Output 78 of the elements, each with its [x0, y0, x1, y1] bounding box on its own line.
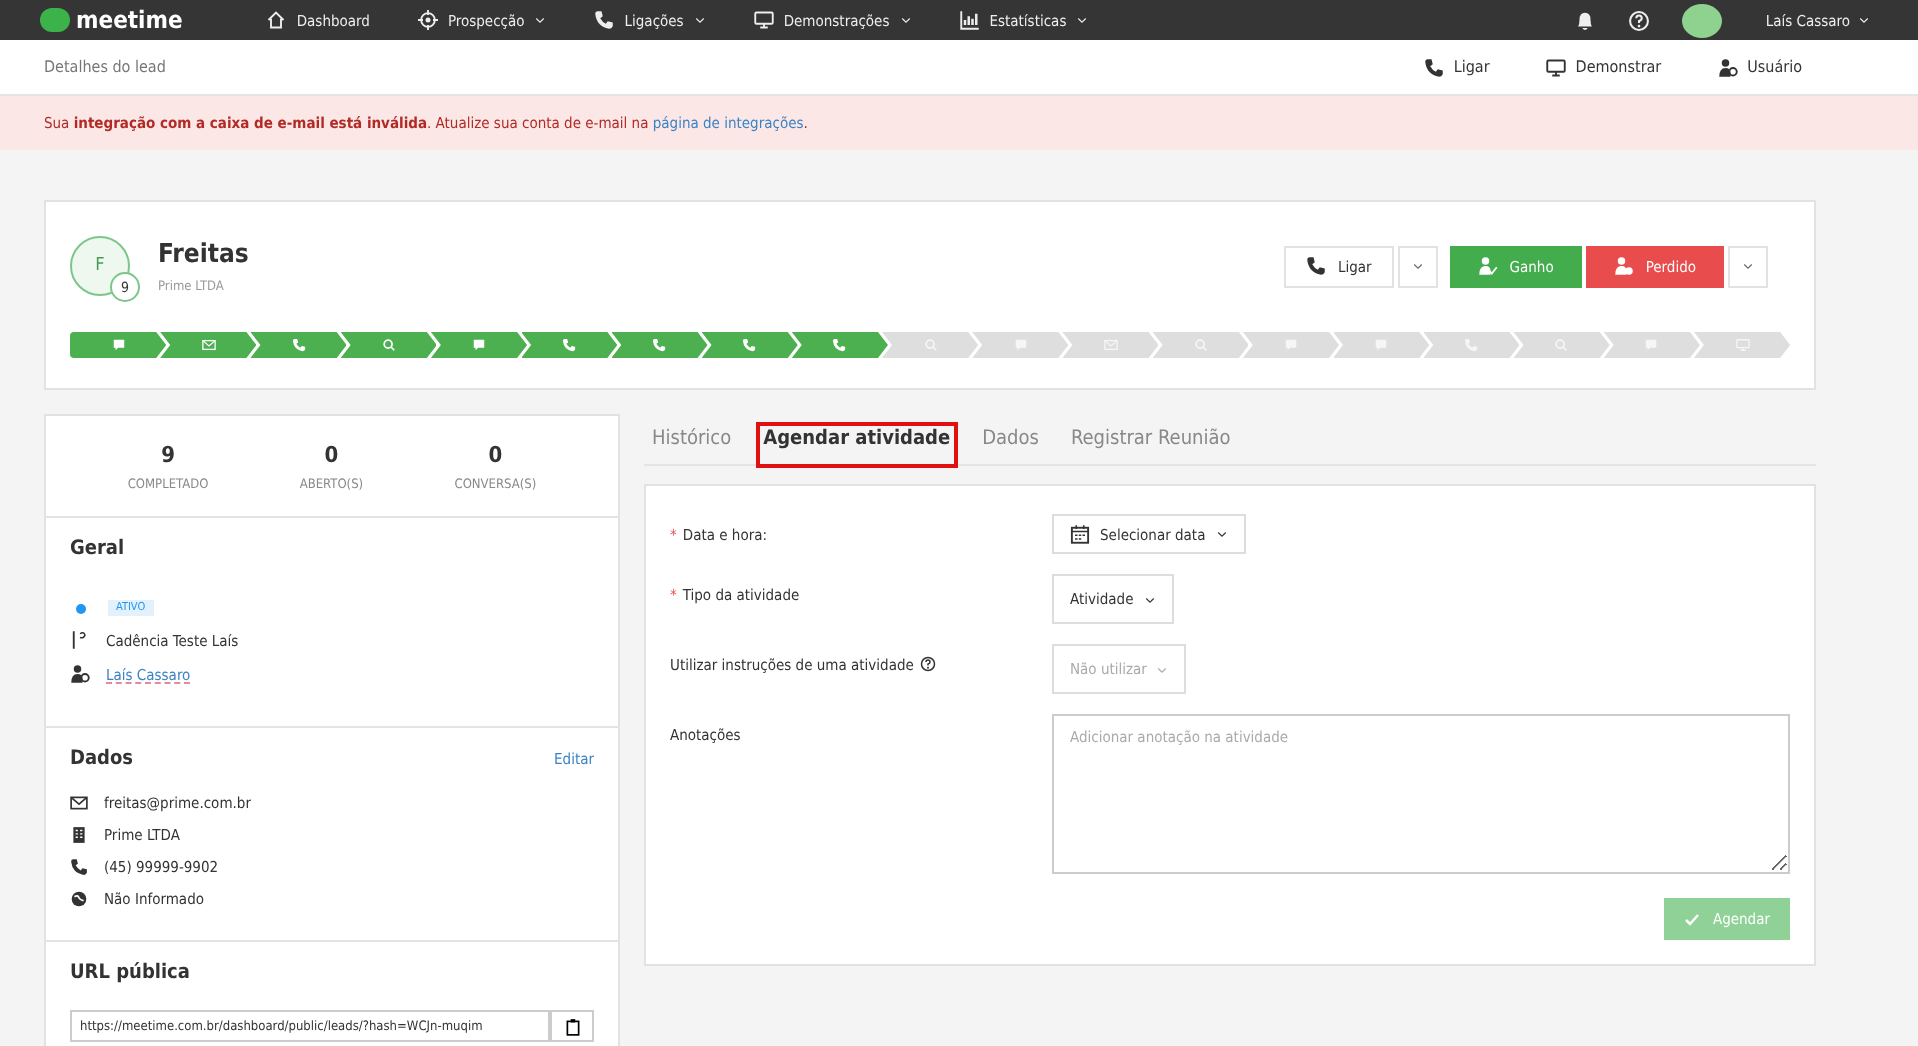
caret-icon — [693, 14, 706, 26]
caret-icon — [1143, 593, 1156, 605]
cadence-step[interactable] — [521, 332, 618, 358]
flag-icon — [70, 630, 90, 650]
phone-icon — [1464, 338, 1479, 352]
user-icon — [1477, 256, 1498, 276]
status-dot — [76, 603, 86, 613]
calendar-icon — [1070, 524, 1090, 544]
user-icon — [70, 664, 90, 684]
section-title: Dados — [70, 748, 134, 770]
search-icon — [1554, 338, 1569, 352]
section-title: URL pública — [70, 962, 192, 984]
globe-icon — [70, 890, 88, 908]
envelope-icon — [1103, 338, 1118, 352]
caret-icon — [899, 14, 912, 26]
header-action-button[interactable]: Usuário — [1705, 55, 1814, 79]
phone-icon — [70, 858, 88, 876]
phone-icon — [652, 338, 667, 352]
logo-text: meetime — [76, 6, 183, 34]
cadence-step[interactable] — [70, 332, 167, 358]
cadence-step[interactable] — [430, 332, 528, 358]
cadence-step[interactable] — [160, 332, 257, 358]
avatar[interactable] — [1681, 3, 1722, 37]
stat-value: 9 — [161, 442, 175, 468]
logo-mark — [40, 8, 70, 32]
chat-bubble-icon — [471, 338, 486, 352]
user-icon — [1613, 256, 1634, 276]
bell-icon — [1573, 9, 1596, 31]
search-icon — [923, 338, 938, 352]
chat-bubble-icon — [1013, 338, 1028, 352]
cadence-step[interactable] — [340, 332, 437, 358]
monitor-icon — [1545, 57, 1566, 77]
search-icon — [1193, 338, 1208, 352]
phone-icon — [832, 338, 847, 352]
check-icon — [1684, 911, 1701, 927]
page-title: Detalhes do lead — [44, 58, 166, 76]
home-icon — [266, 10, 287, 30]
phone-icon — [1305, 256, 1326, 276]
cadence-step[interactable] — [881, 332, 979, 358]
envelope-icon — [201, 338, 216, 352]
help-icon — [1627, 9, 1650, 31]
phone-icon — [742, 338, 757, 352]
stat-value: 0 — [324, 442, 339, 468]
caret-icon — [1076, 14, 1089, 26]
crosshair-icon — [417, 10, 438, 30]
caret-icon — [1411, 260, 1424, 272]
copy-button[interactable] — [550, 1010, 594, 1042]
lead-name: Freitas — [158, 239, 249, 269]
caret-icon — [1742, 260, 1754, 272]
monitor-icon — [1735, 338, 1750, 352]
caret-icon — [1215, 528, 1228, 540]
cadence-step[interactable] — [611, 332, 708, 358]
caret-icon — [1156, 663, 1169, 675]
monitor-icon — [753, 10, 774, 30]
phone-icon — [562, 338, 577, 352]
clipboard-icon — [563, 1017, 581, 1035]
section-title: Geral — [70, 538, 127, 560]
caret-icon — [534, 14, 547, 26]
cadence-step[interactable] — [250, 332, 347, 358]
chat-bubble-icon — [111, 338, 126, 352]
header-action-button[interactable]: Demonstrar — [1533, 55, 1674, 79]
caret-icon — [1858, 14, 1870, 26]
cadence-step[interactable] — [701, 332, 798, 358]
cadence-step[interactable] — [791, 332, 888, 358]
bar-chart-icon — [959, 10, 980, 30]
search-icon — [381, 338, 396, 352]
envelope-icon — [70, 794, 88, 812]
phone-icon — [1423, 57, 1444, 77]
tab[interactable]: Agendar atividade — [755, 421, 959, 467]
phone-icon — [594, 10, 615, 30]
chat-bubble-icon — [1374, 338, 1389, 352]
building-icon — [70, 826, 88, 844]
chat-bubble-icon — [1283, 338, 1298, 352]
phone-icon — [291, 338, 306, 352]
stat-value: 0 — [488, 442, 503, 468]
header-action-button[interactable]: Ligar — [1411, 55, 1502, 79]
chat-bubble-icon — [1644, 338, 1659, 352]
user-icon — [1717, 57, 1738, 77]
